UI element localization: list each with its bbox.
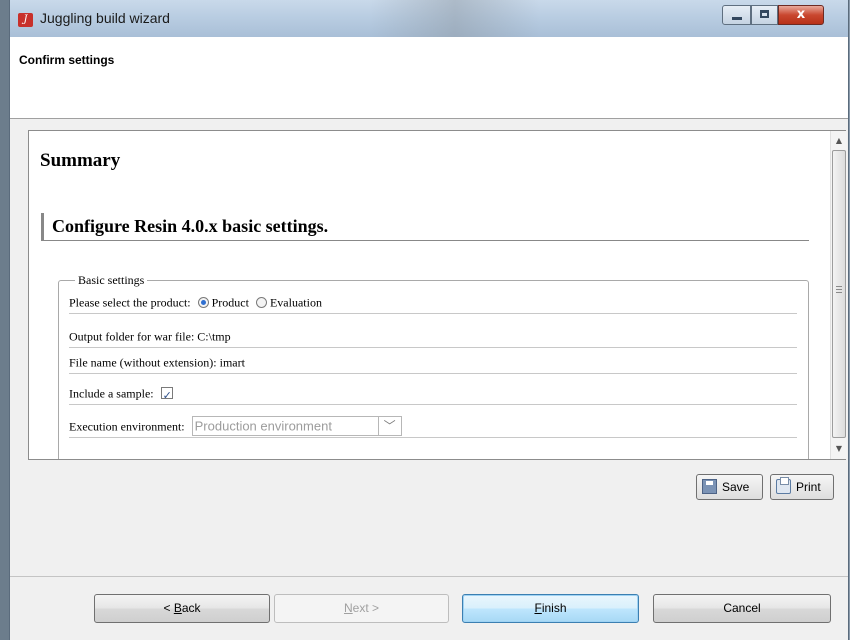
section-heading: Configure Resin 4.0.x basic settings. (41, 213, 809, 241)
close-button[interactable]: x (778, 5, 824, 25)
scroll-up-icon[interactable]: ▲ (831, 133, 847, 149)
vertical-scrollbar[interactable]: ▲ ▼ (830, 131, 847, 459)
back-mnemonic: B (173, 601, 182, 615)
finish-button[interactable]: Finish (462, 594, 639, 623)
file-name-text: File name (without extension): imart (69, 355, 245, 370)
close-icon: x (796, 7, 806, 22)
next-mnemonic: N (343, 601, 353, 615)
print-label: Print (796, 480, 821, 494)
output-folder-text: Output folder for war file: C:\tmp (69, 329, 231, 344)
scroll-down-icon[interactable]: ▼ (831, 441, 847, 457)
include-sample-row: Include a sample: (69, 380, 797, 408)
evaluation-option-label[interactable]: Evaluation (270, 295, 322, 309)
product-row: Please select the product: Product Evalu… (69, 289, 797, 314)
product-label: Please select the product: (69, 295, 191, 310)
title-bar[interactable]: J Juggling build wizard x (10, 0, 848, 37)
window-title: Juggling build wizard (40, 10, 170, 26)
summary-panel: Summary Configure Resin 4.0.x basic sett… (28, 130, 846, 460)
maximize-button[interactable] (751, 5, 778, 25)
back-label-rest: ack (181, 601, 201, 615)
app-icon: J (18, 13, 33, 27)
scroll-thumb[interactable] (832, 150, 846, 438)
maximize-icon (760, 10, 769, 18)
execution-env-label: Execution environment: (69, 419, 185, 434)
output-folder-row: Output folder for war file: C:\tmp (69, 323, 797, 348)
title-bar-glass (370, 0, 540, 37)
page-title: Confirm settings (19, 53, 115, 67)
navigation-bar: < Back Next > Finish Cancel (10, 576, 848, 640)
print-button[interactable]: Print (770, 474, 834, 500)
summary-heading: Summary (40, 150, 121, 171)
save-label: Save (722, 480, 750, 494)
execution-env-value: Production environment (194, 418, 332, 434)
back-prefix: < (163, 601, 174, 615)
file-name-row: File name (without extension): imart (69, 349, 797, 374)
cancel-button[interactable]: Cancel (653, 594, 831, 623)
finish-label-rest: inish (541, 601, 567, 615)
finish-mnemonic: F (534, 601, 542, 615)
save-button[interactable]: Save (696, 474, 763, 500)
product-radio[interactable] (197, 296, 209, 308)
next-button[interactable]: Next > (274, 594, 449, 623)
wizard-header: Confirm settings (10, 37, 848, 119)
back-button[interactable]: < Back (94, 594, 270, 623)
section-heading-text: Configure Resin 4.0.x basic settings. (52, 216, 329, 236)
minimize-button[interactable] (722, 5, 751, 25)
product-option-label[interactable]: Product (212, 295, 249, 309)
wizard-window: J Juggling build wizard x Confirm settin… (10, 0, 848, 640)
basic-settings-legend: Basic settings (75, 273, 148, 288)
next-label-rest: ext > (352, 601, 380, 615)
grip-icon (836, 286, 842, 293)
include-sample-label: Include a sample: (69, 386, 154, 401)
execution-env-row: Execution environment: Production enviro… (69, 413, 797, 438)
floppy-disk-icon (702, 479, 717, 494)
chevron-down-icon[interactable]: ﹀ (377, 417, 401, 436)
execution-env-select[interactable]: Production environment ﹀ (191, 416, 402, 437)
include-sample-checkbox[interactable] (160, 384, 173, 408)
basic-settings-group: Basic settings Please select the product… (58, 273, 809, 459)
evaluation-radio[interactable] (255, 296, 267, 308)
printer-icon (776, 477, 791, 494)
minimize-icon (732, 17, 742, 20)
